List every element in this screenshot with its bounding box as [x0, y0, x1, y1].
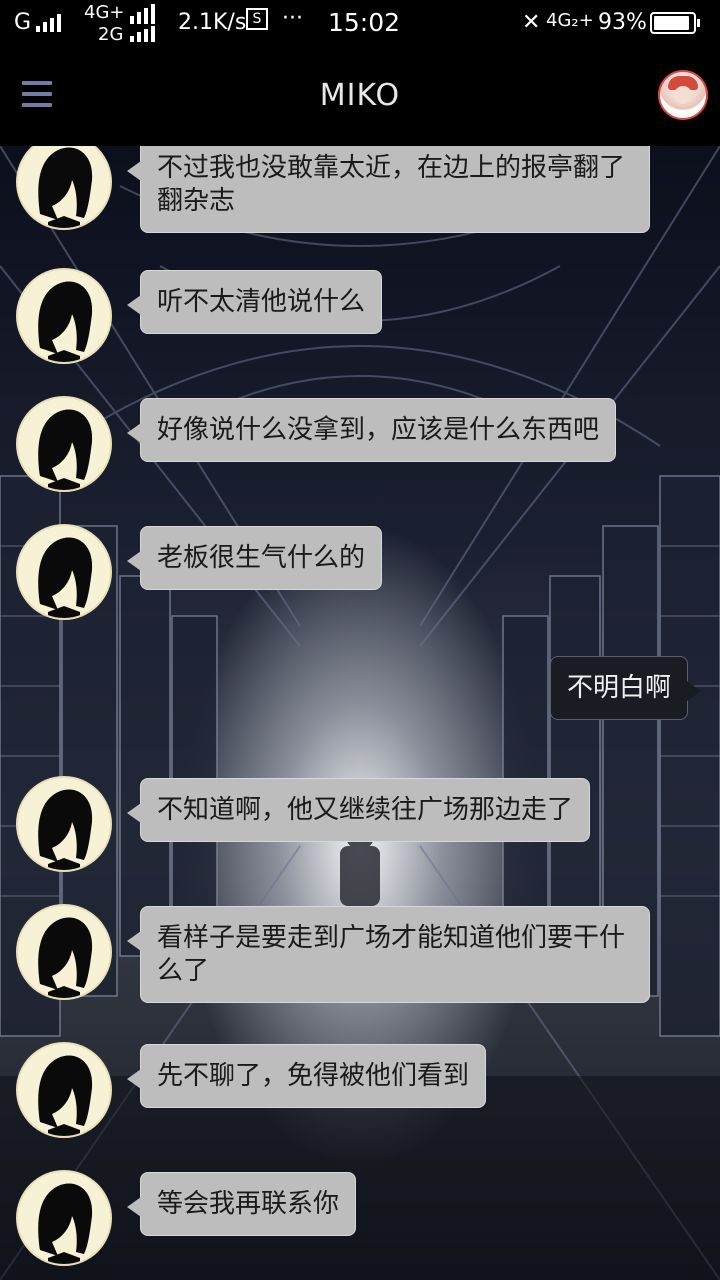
- network-type-top: 4G+: [84, 2, 125, 23]
- battery-percent: 93%: [598, 10, 647, 35]
- user-avatar[interactable]: [658, 70, 708, 120]
- carrier-label: G: [14, 10, 32, 35]
- contact-avatar[interactable]: [18, 1172, 110, 1264]
- signal-strength-icon-2: [130, 4, 155, 24]
- signal-strength-icon-3: [130, 26, 155, 42]
- network-type-right: 4G₂+: [546, 10, 594, 31]
- contact-avatar[interactable]: [18, 270, 110, 362]
- contact-avatar[interactable]: [18, 146, 110, 228]
- message-bubble[interactable]: 不过我也没敢靠太近，在边上的报亭翻了翻杂志: [127, 146, 650, 233]
- screenshot-icon: S: [246, 8, 268, 30]
- chat-title: MIKO: [319, 78, 401, 113]
- signal-strength-icon: [36, 14, 61, 32]
- clock: 15:02: [328, 8, 401, 37]
- message-bubble[interactable]: 老板很生气什么的: [126, 526, 383, 590]
- contact-avatar[interactable]: [18, 778, 110, 870]
- message-bubble[interactable]: 看样子是要走到广场才能知道他们要干什么了: [127, 906, 650, 1003]
- network-type-bottom: 2G: [98, 24, 124, 45]
- message-bubble[interactable]: 先不聊了，免得被他们看到: [126, 1044, 487, 1108]
- chat-header: MIKO: [0, 48, 720, 146]
- contact-avatar[interactable]: [18, 1044, 110, 1136]
- contact-avatar[interactable]: [18, 526, 110, 618]
- more-icon: ···: [282, 6, 303, 31]
- battery-icon: [650, 12, 700, 34]
- message-bubble[interactable]: 不明白啊: [549, 656, 702, 720]
- message-bubble[interactable]: 等会我再联系你: [126, 1172, 357, 1236]
- message-bubble[interactable]: 好像说什么没拿到，应该是什么东西吧: [126, 398, 617, 462]
- mute-icon: ✕: [522, 10, 541, 35]
- contact-avatar[interactable]: [18, 398, 110, 490]
- network-speed: 2.1K/s: [178, 10, 247, 35]
- message-bubble[interactable]: 不知道啊，他又继续往广场那边走了: [126, 778, 591, 842]
- contact-avatar[interactable]: [18, 906, 110, 998]
- status-bar: G 4G+ 2G 2.1K/s S ··· 15:02 ✕ 4G₂+ 93%: [0, 0, 720, 48]
- message-list[interactable]: 不过我也没敢靠太近，在边上的报亭翻了翻杂志 听不太清他说什么 好像说什么没拿到，…: [0, 146, 720, 1280]
- message-bubble[interactable]: 听不太清他说什么: [126, 270, 383, 334]
